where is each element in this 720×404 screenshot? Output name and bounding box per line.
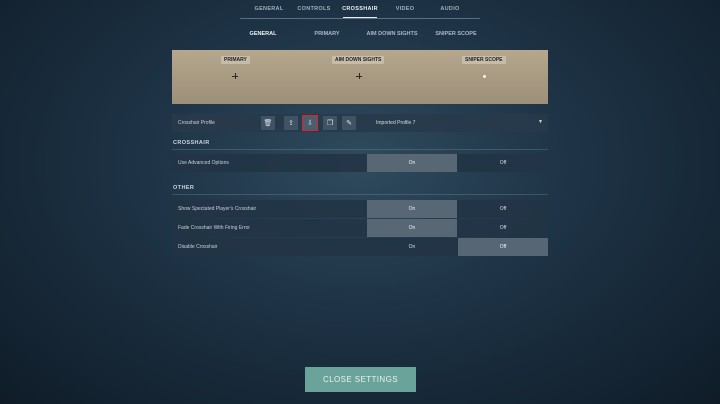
crosshair-profile-label: Crosshair Profile [178,120,215,126]
option-off-button[interactable]: Off [458,238,548,256]
copy-icon[interactable]: ❐ [323,116,337,130]
import-icon[interactable]: ⇩ [302,115,318,131]
row-label: Use Advanced Options [178,160,229,166]
preview-label-ads: AIM DOWN SIGHTS [332,56,385,64]
tab-audio[interactable]: AUDIO [425,6,475,12]
rename-icon[interactable]: ✎ [342,116,356,130]
section-title-crosshair: CROSSHAIR [173,140,210,146]
crosshair-profile-bar: Crosshair Profile 🗑 ⇪ ⇩ ❐ ✎ Imported Pro… [172,114,548,132]
crosshair-ads-icon [356,73,362,79]
section-title-other: OTHER [173,185,195,191]
nav-divider [240,18,480,19]
option-off-button[interactable]: Off [458,154,548,172]
crosshair-sniper-dot-icon [483,75,486,78]
subtab-sniper-scope[interactable]: SNIPER SCOPE [416,31,496,37]
option-on-button[interactable]: On [367,219,457,237]
profile-select[interactable]: Imported Profile 7 ▼ [368,114,548,132]
row-label: Fade Crosshair With Firing Error [178,225,250,231]
tab-general[interactable]: GENERAL [244,6,294,12]
option-off-button[interactable]: Off [458,219,548,237]
close-settings-button[interactable]: CLOSE SETTINGS [305,367,416,392]
option-on-button[interactable]: On [367,154,457,172]
tab-controls[interactable]: CONTROLS [289,6,339,12]
preview-label-sniper: SNIPER SCOPE [462,56,506,64]
row-label: Disable Crosshair [178,244,218,250]
row-fade-crosshair: Fade Crosshair With Firing Error On Off [172,219,548,237]
tab-video[interactable]: VIDEO [380,6,430,12]
crosshair-primary-icon [232,73,238,79]
option-off-button[interactable]: Off [458,200,548,218]
row-use-advanced-options: Use Advanced Options On Off [172,154,548,172]
section-divider [172,149,548,150]
row-show-spectated-crosshair: Show Spectated Player's Crosshair On Off [172,200,548,218]
preview-label-primary: PRIMARY [221,56,250,64]
top-nav: GENERAL CONTROLS CROSSHAIR VIDEO AUDIO [0,0,720,18]
profile-select-value: Imported Profile 7 [376,120,416,126]
section-divider [172,194,548,195]
row-label: Show Spectated Player's Crosshair [178,206,257,212]
option-on-button[interactable]: On [367,200,457,218]
crosshair-preview: PRIMARY AIM DOWN SIGHTS SNIPER SCOPE [172,50,548,104]
tab-crosshair[interactable]: CROSSHAIR [335,6,385,18]
row-disable-crosshair: Disable Crosshair On Off [172,238,548,256]
chevron-down-icon: ▼ [538,119,543,125]
option-on-button[interactable]: On [367,238,457,256]
export-icon[interactable]: ⇪ [284,116,298,130]
trash-icon[interactable]: 🗑 [261,116,275,130]
